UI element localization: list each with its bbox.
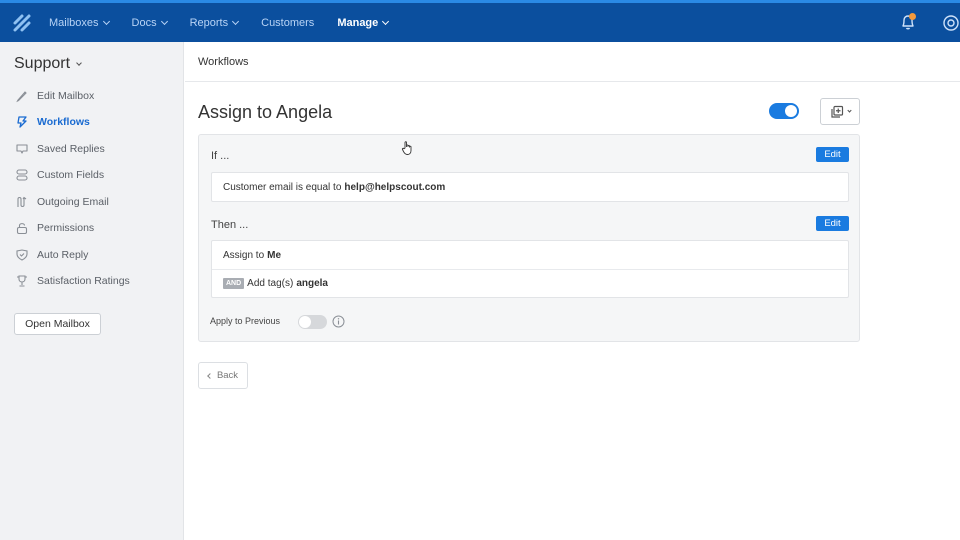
workflow-enabled-toggle[interactable] [769, 103, 799, 119]
helpscout-logo-icon[interactable] [12, 13, 32, 33]
sidebar-item-satisfaction-ratings[interactable]: Satisfaction Ratings [15, 272, 130, 290]
conditions-box: Customer email is equal to help@helpscout… [211, 172, 849, 202]
sidebar-item-saved-replies[interactable]: Saved Replies [15, 140, 105, 158]
chevron-down-icon [382, 17, 390, 25]
fields-icon [16, 169, 28, 181]
divider [185, 81, 960, 82]
sidebar-item-outgoing-email[interactable]: Outgoing Email [15, 193, 109, 211]
lifebuoy-icon[interactable] [942, 14, 960, 32]
nav-reports[interactable]: Reports [190, 17, 240, 29]
page-title: Assign to Angela [198, 102, 333, 122]
breadcrumb[interactable]: Workflows [198, 56, 249, 68]
chevron-left-icon [207, 372, 213, 379]
workflow-rules-panel: If ... Edit Customer email is equal to he… [198, 134, 860, 342]
sidebar: Support Edit Mailbox Workflows Saved Rep… [0, 42, 184, 540]
chevron-down-icon [160, 17, 168, 25]
outgoing-email-icon [17, 196, 27, 208]
lightning-icon [17, 116, 27, 128]
sidebar-item-permissions[interactable]: Permissions [15, 219, 94, 237]
nav-mailboxes[interactable]: Mailboxes [49, 17, 110, 29]
sidebar-item-custom-fields[interactable]: Custom Fields [15, 166, 104, 184]
edit-conditions-button[interactable]: Edit [816, 147, 849, 162]
nav-docs[interactable]: Docs [132, 17, 168, 29]
hand-cursor-icon [401, 141, 412, 155]
if-section-label: If ... [211, 150, 230, 162]
actions-box: Assign to Me AND Add tag(s) angela [211, 240, 849, 298]
chevron-down-icon [232, 17, 240, 25]
action-row: AND Add tag(s) angela [212, 269, 848, 297]
speech-bubble-icon [16, 144, 28, 154]
chevron-down-icon [846, 107, 852, 113]
lock-icon [16, 223, 28, 235]
condition-row: Customer email is equal to help@helpscout… [223, 181, 446, 193]
copy-workflow-button[interactable] [820, 98, 860, 125]
top-navigation-bar: Mailboxes Docs Reports Customers Manage [0, 0, 960, 42]
main-content: Workflows Assign to Angela If ... Edit C… [185, 42, 960, 540]
apply-to-previous-label: Apply to Previous [210, 316, 281, 326]
pencil-icon [16, 91, 27, 103]
nav-customers[interactable]: Customers [261, 17, 314, 29]
and-badge: AND [223, 278, 245, 289]
main-nav: Mailboxes Docs Reports Customers Manage [49, 3, 411, 42]
sidebar-item-edit-mailbox[interactable]: Edit Mailbox [15, 87, 94, 105]
action-row: Assign to Me [223, 249, 282, 261]
nav-manage[interactable]: Manage [337, 17, 390, 29]
mailbox-switcher[interactable]: Support [14, 55, 82, 73]
sidebar-item-auto-reply[interactable]: Auto Reply [15, 246, 88, 264]
chevron-down-icon [76, 59, 82, 66]
copy-plus-icon [830, 105, 843, 118]
edit-actions-button[interactable]: Edit [816, 216, 849, 231]
back-button[interactable]: Back [198, 362, 248, 389]
trophy-icon [17, 275, 27, 287]
shield-check-icon [16, 249, 28, 261]
apply-to-previous-toggle[interactable] [298, 315, 327, 329]
chevron-down-icon [102, 17, 110, 25]
then-section-label: Then ... [211, 219, 249, 231]
notification-badge [909, 13, 916, 20]
sidebar-item-workflows[interactable]: Workflows [15, 113, 90, 131]
info-icon[interactable] [332, 315, 345, 328]
open-mailbox-button[interactable]: Open Mailbox [14, 313, 101, 335]
